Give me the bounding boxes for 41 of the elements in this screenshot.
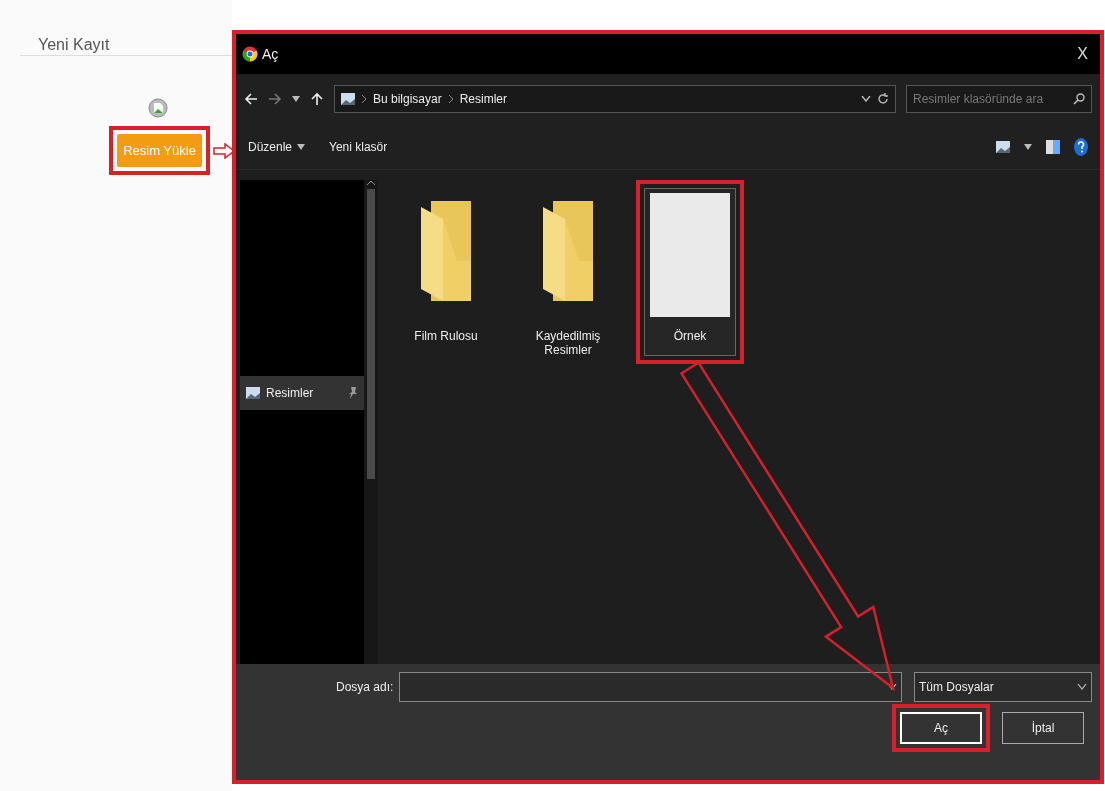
preview-pane-icon[interactable] xyxy=(1046,139,1060,154)
breadcrumb-item[interactable]: Bu bilgisayar xyxy=(373,92,442,106)
caret-icon[interactable] xyxy=(1024,143,1032,150)
address-bar[interactable]: Bu bilgisayar Resimler xyxy=(334,85,896,113)
folder-icon xyxy=(543,201,593,301)
folder-icon xyxy=(421,201,471,301)
help-icon[interactable] xyxy=(1074,137,1088,156)
close-button[interactable]: X xyxy=(1071,44,1094,64)
chevron-icon xyxy=(447,95,454,103)
file-item[interactable]: Film Rulosu xyxy=(400,188,492,356)
image-file-icon xyxy=(148,98,168,118)
back-arrow-icon[interactable] xyxy=(244,92,258,106)
field-label: Dosya adı: xyxy=(336,680,394,694)
chevron-up-icon xyxy=(367,180,375,185)
refresh-icon[interactable] xyxy=(877,93,889,105)
breadcrumb-item[interactable]: Resimler xyxy=(459,92,508,106)
picture-icon xyxy=(341,93,355,105)
app-logo-icon xyxy=(242,46,258,62)
file-item[interactable]: Kaydedilmiş Resimler xyxy=(522,188,614,370)
dialog-button[interactable]: İptal xyxy=(1002,712,1084,744)
view-options-icon[interactable] xyxy=(996,140,1010,153)
picture-icon xyxy=(246,386,260,399)
file-item[interactable]: Örnek xyxy=(644,188,736,356)
dialog-title: Aç xyxy=(262,46,280,62)
file-type-dropdown[interactable]: Tüm Dosyalar xyxy=(914,672,1092,702)
caret-icon xyxy=(297,143,306,150)
search-field[interactable]: Resimler klasöründe ara xyxy=(906,85,1092,113)
toolbar-button[interactable]: Düzenle xyxy=(248,139,306,154)
up-arrow-icon[interactable] xyxy=(310,92,324,106)
caret-icon[interactable] xyxy=(292,96,300,102)
chevron-down-icon[interactable] xyxy=(861,96,871,102)
file-name-field[interactable] xyxy=(399,672,902,702)
nav-item[interactable]: Resimler xyxy=(240,375,364,410)
toolbar-button[interactable]: Yeni klasör xyxy=(329,139,388,154)
search-icon[interactable] xyxy=(1073,93,1085,105)
page-title: Yeni Kayıt xyxy=(38,36,110,54)
scrollbar[interactable] xyxy=(364,180,378,664)
dialog-button[interactable]: Aç xyxy=(900,712,982,744)
chevron-icon xyxy=(361,95,367,103)
forward-arrow-icon[interactable] xyxy=(268,92,282,106)
chevron-down-icon xyxy=(1077,684,1087,690)
